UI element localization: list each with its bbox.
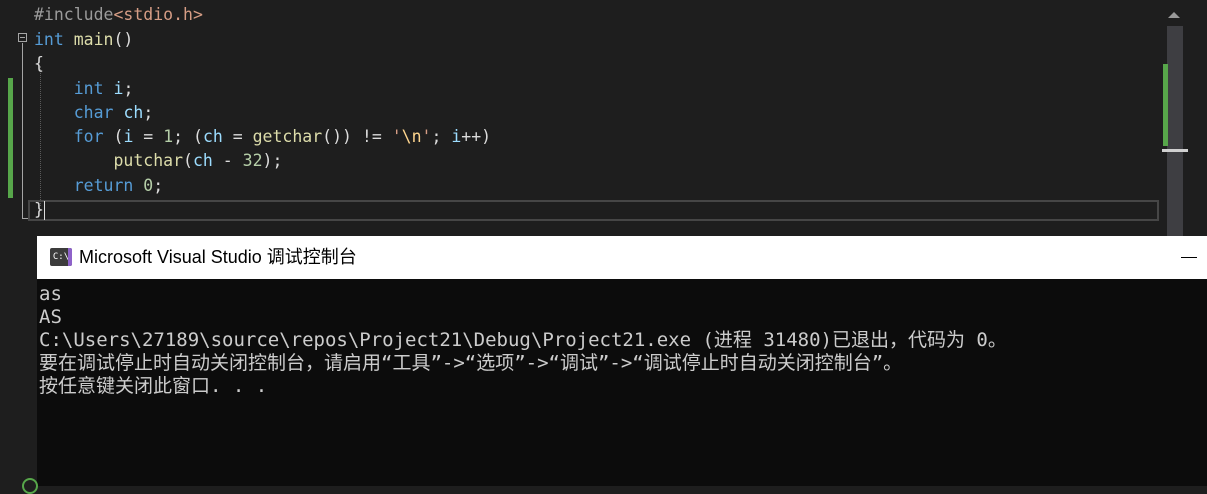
code-token: <stdio.h> <box>113 5 203 24</box>
code-token: ()) != <box>322 127 392 146</box>
code-token: return <box>73 176 134 195</box>
code-token: () <box>113 30 134 49</box>
code-token: = <box>133 127 164 146</box>
console-line: 要在调试停止时自动关闭控制台，请启用“工具”->“选项”->“调试”->“调试停… <box>39 352 903 374</box>
code-token: 32 <box>242 151 263 170</box>
console-line: C:\Users\27189\source\repos\Project21\De… <box>39 329 1007 351</box>
code-token: 0 <box>143 176 154 195</box>
debug-console-window[interactable]: C:\ Microsoft Visual Studio 调试控制台 as AS … <box>37 236 1207 486</box>
console-title: Microsoft Visual Studio 调试控制台 <box>79 247 357 267</box>
code-line[interactable]: char ch; <box>34 101 154 125</box>
code-line[interactable]: #include<stdio.h> <box>34 3 203 27</box>
code-token: { <box>34 54 44 73</box>
code-line[interactable]: } <box>34 198 44 222</box>
collapse-icon[interactable] <box>18 33 27 42</box>
code-token: main <box>73 30 114 49</box>
code-token: char <box>73 103 114 122</box>
code-token: 1 <box>163 127 174 146</box>
code-line[interactable]: putchar(ch - 32); <box>34 149 282 173</box>
code-token: #include <box>34 5 114 24</box>
code-token: putchar <box>113 151 184 170</box>
code-token: ' <box>421 127 432 146</box>
code-token: for <box>73 127 104 146</box>
current-line-highlight <box>28 200 1159 221</box>
code-token: i <box>451 127 462 146</box>
scroll-change-marker <box>1163 64 1168 146</box>
code-token: } <box>34 200 44 219</box>
code-token: ; <box>123 79 134 98</box>
minimize-button[interactable] <box>1177 247 1201 267</box>
fold-guide <box>22 43 23 219</box>
code-line[interactable]: for (i = 1; (ch = getchar()) != '\n'; i+… <box>34 125 491 149</box>
code-token: \n <box>401 127 422 146</box>
console-line: AS <box>39 306 62 328</box>
code-token: ; ( <box>173 127 203 146</box>
code-line[interactable]: int i; <box>34 77 134 101</box>
code-token: = <box>222 127 253 146</box>
code-token: ch <box>202 127 223 146</box>
code-token: getchar <box>252 127 323 146</box>
console-line: as <box>39 283 62 305</box>
code-token: ch <box>123 103 144 122</box>
scroll-up-arrow-icon[interactable] <box>1168 12 1180 18</box>
console-titlebar[interactable]: C:\ Microsoft Visual Studio 调试控制台 <box>37 236 1207 279</box>
code-token: ' <box>391 127 402 146</box>
code-token: ; <box>153 176 164 195</box>
status-icon <box>22 478 38 494</box>
code-token: - <box>212 151 243 170</box>
text-caret <box>44 201 45 220</box>
code-token: int <box>34 30 64 49</box>
code-editor[interactable]: #include<stdio.h> int main(){ int i; char… <box>0 0 1207 236</box>
code-token: int <box>73 79 104 98</box>
scroll-thumb[interactable] <box>1167 26 1183 236</box>
code-line[interactable]: int main() <box>34 28 133 52</box>
code-token: i <box>123 127 134 146</box>
code-token: ); <box>262 151 283 170</box>
code-token: ( <box>103 127 124 146</box>
change-indicator <box>8 78 13 198</box>
code-token: ( <box>183 151 193 170</box>
code-line[interactable]: return 0; <box>34 174 163 198</box>
code-token: i <box>113 79 124 98</box>
code-line[interactable]: { <box>34 52 44 76</box>
code-token: ++) <box>461 127 492 146</box>
code-token: ; <box>431 127 452 146</box>
code-token: ch <box>192 151 213 170</box>
console-output: as AS C:\Users\27189\source\repos\Projec… <box>39 283 1205 398</box>
scroll-caret-marker <box>1162 149 1188 152</box>
console-line: 按任意键关闭此窗口. . . <box>39 375 268 397</box>
code-token: ; <box>143 103 154 122</box>
console-app-icon: C:\ <box>50 248 72 266</box>
